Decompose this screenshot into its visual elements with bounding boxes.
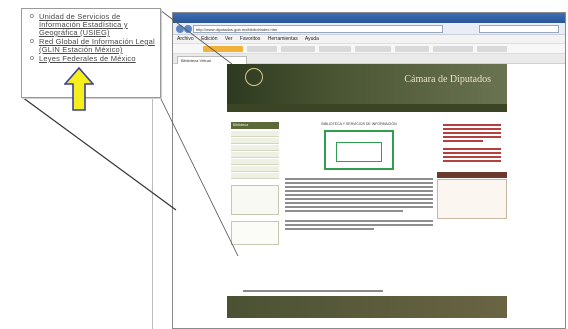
library-logo-icon [324,130,394,170]
menu-favoritos[interactable]: Favoritos [240,36,261,42]
intro-text [285,178,433,212]
sidebar-link[interactable] [231,166,279,172]
bookmark-item[interactable] [433,46,473,52]
browser-window: http://www.diputados.gob.mx/bibliot/inde… [172,12,566,329]
menu-ver[interactable]: Ver [225,36,233,42]
sidebar-link[interactable] [231,131,279,137]
seal-icon [245,68,263,86]
url-input[interactable]: http://www.diputados.gob.mx/bibliot/inde… [193,25,443,33]
bookmark-item[interactable] [319,46,351,52]
browser-tab[interactable]: Biblioteca Virtual [177,56,247,64]
sidebar-link[interactable] [231,138,279,144]
bookmarks-bar [173,44,565,54]
right-sidebar [437,122,507,292]
bookmark-item[interactable] [247,46,277,52]
site-brand: Cámara de Diputados [404,74,491,85]
browser-tabbar: Biblioteca Virtual [173,54,565,64]
sidebar-link[interactable] [231,152,279,158]
screenshot-stage: http://www.diputados.gob.mx/bibliot/inde… [0,0,568,329]
web-page: Cámara de Diputados Biblioteca BIBLIOTEC… [173,64,565,328]
right-panel-heading [437,172,507,178]
callout-link-usieg[interactable]: Unidad de Servicios de Información Estad… [30,13,156,37]
forward-icon[interactable] [184,25,192,33]
menu-edicion[interactable]: Edición [201,36,217,42]
site-footer [227,296,507,318]
callout-link-glin[interactable]: Red Global de Información Legal (GLIN Es… [30,38,156,54]
sidebar-link[interactable] [231,145,279,151]
browser-addressbar: http://www.diputados.gob.mx/bibliot/inde… [173,23,565,35]
footer-divider [243,290,383,292]
bookmark-item[interactable] [395,46,429,52]
sidebar-counter-box [231,221,279,245]
bookmark-item[interactable] [477,46,507,52]
left-sidebar: Biblioteca [231,122,279,292]
menu-ayuda[interactable]: Ayuda [305,36,319,42]
section-title: BIBLIOTECA Y SERVICIOS DE INFORMACIÓN [321,122,397,126]
resources-list[interactable] [437,148,507,162]
secondary-text [285,220,433,230]
sidebar-heading: Biblioteca [231,122,279,129]
sidebar-links-box[interactable] [231,185,279,215]
browser-titlebar [173,13,565,23]
news-list[interactable] [437,124,507,142]
site-banner: Cámara de Diputados [227,64,507,104]
search-input[interactable] [479,25,559,33]
browser-menubar: Archivo Edición Ver Favoritos Herramient… [173,35,565,44]
main-content: BIBLIOTECA Y SERVICIOS DE INFORMACIÓN [285,122,433,297]
bookmark-item[interactable] [355,46,391,52]
bookmark-item[interactable] [281,46,315,52]
bookmark-item[interactable] [203,46,243,52]
site-topnav[interactable] [227,104,507,112]
arrow-up-icon [64,67,94,111]
callout-link-leyes[interactable]: Leyes Federales de México [30,55,156,64]
right-panel[interactable] [437,179,507,219]
sidebar-link[interactable] [231,173,279,179]
back-icon[interactable] [176,25,184,33]
zoom-callout: Unidad de Servicios de Información Estad… [21,8,161,111]
menu-herramientas[interactable]: Herramientas [268,36,298,42]
sidebar-link[interactable] [231,159,279,165]
page-margin-rule [152,86,153,329]
menu-archivo[interactable]: Archivo [177,36,194,42]
